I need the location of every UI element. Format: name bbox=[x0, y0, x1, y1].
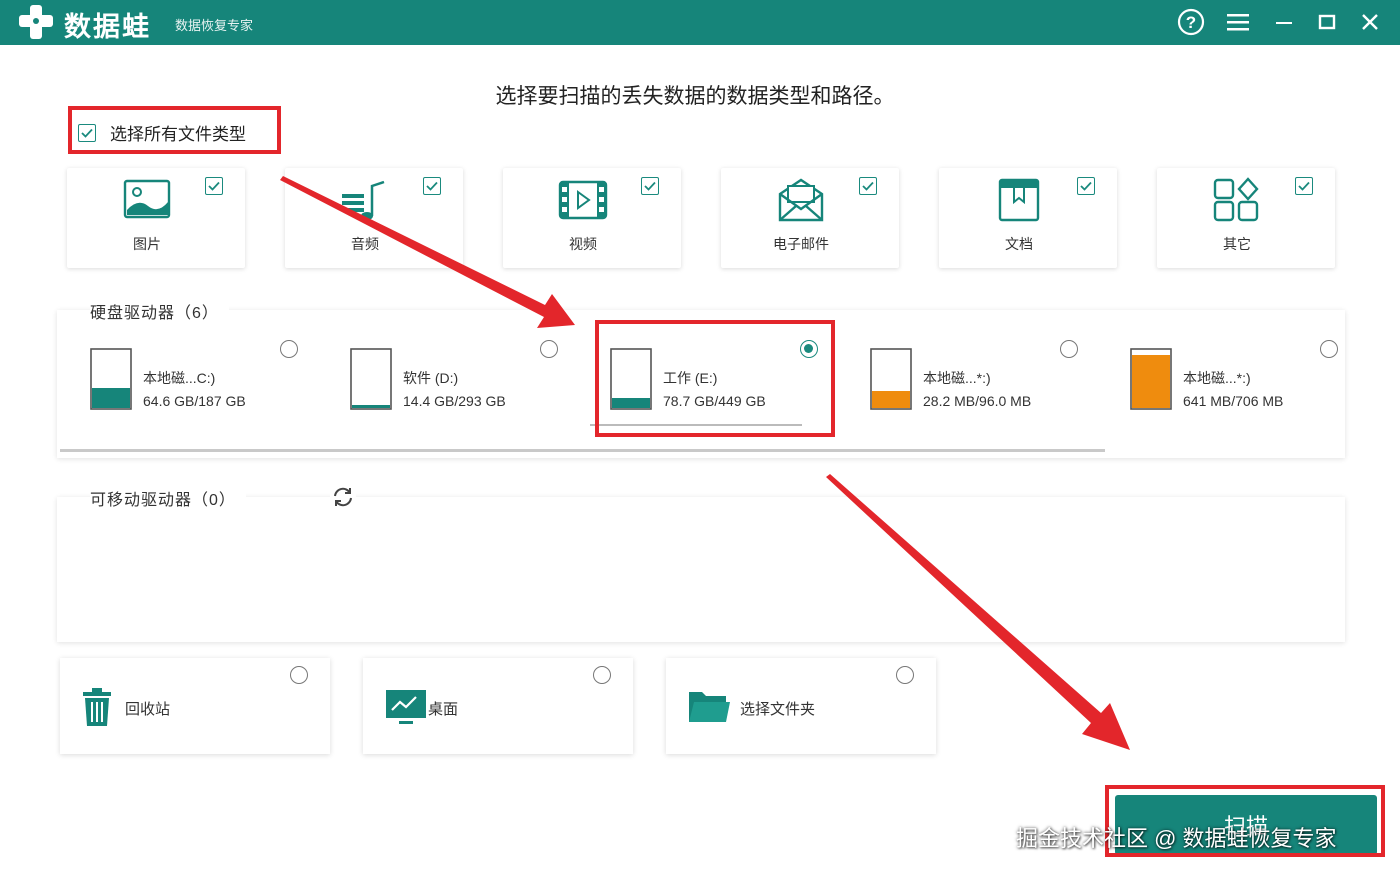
drive-item[interactable]: 软件 (D:) 14.4 GB/293 GB bbox=[320, 338, 560, 418]
file-type-label: 视频 bbox=[569, 236, 597, 252]
image-icon bbox=[122, 176, 174, 224]
recycle-bin-label: 回收站 bbox=[125, 701, 171, 718]
scan-button[interactable]: 扫描 bbox=[1115, 795, 1377, 855]
drive-name: 软件 (D:) bbox=[403, 370, 459, 386]
title-bar: 数据蛙 数据恢复专家 ? bbox=[0, 0, 1400, 45]
desktop-label: 桌面 bbox=[428, 701, 459, 718]
drive-icon bbox=[90, 348, 132, 410]
drive-size: 14.4 GB/293 GB bbox=[403, 393, 506, 409]
drive-item[interactable]: 工作 (E:) 78.7 GB/449 GB bbox=[580, 338, 820, 426]
select-all-label: 选择所有文件类型 bbox=[110, 125, 246, 144]
menu-icon[interactable] bbox=[1222, 6, 1254, 38]
drive-radio[interactable] bbox=[800, 340, 818, 358]
file-type-label: 其它 bbox=[1223, 236, 1251, 252]
instruction-text: 选择要扫描的丢失数据的数据类型和路径。 bbox=[495, 85, 895, 108]
drive-size: 78.7 GB/449 GB bbox=[663, 393, 766, 409]
file-type-label: 电子邮件 bbox=[773, 236, 829, 252]
image-type-checkbox[interactable] bbox=[205, 177, 223, 195]
drive-item[interactable]: 本地磁...*:) 641 MB/706 MB bbox=[1100, 338, 1340, 418]
select-folder-radio[interactable] bbox=[896, 666, 914, 684]
drive-name: 本地磁...*:) bbox=[923, 370, 991, 386]
other-icon bbox=[1212, 176, 1264, 224]
select-folder-card[interactable]: 选择文件夹 bbox=[666, 658, 936, 754]
file-type-email-card[interactable]: 电子邮件 bbox=[721, 168, 899, 268]
drive-radio[interactable] bbox=[280, 340, 298, 358]
help-icon[interactable]: ? bbox=[1175, 6, 1207, 38]
document-type-checkbox[interactable] bbox=[1077, 177, 1095, 195]
minimize-icon[interactable] bbox=[1268, 6, 1300, 38]
desktop-icon bbox=[385, 686, 429, 728]
drive-icon bbox=[350, 348, 392, 410]
removable-drive-panel bbox=[57, 497, 1345, 642]
drive-icon bbox=[1130, 348, 1172, 410]
audio-icon bbox=[340, 176, 392, 224]
recycle-bin-card[interactable]: 回收站 bbox=[60, 658, 330, 754]
app-logo-icon bbox=[16, 3, 56, 41]
video-type-checkbox[interactable] bbox=[641, 177, 659, 195]
drive-radio[interactable] bbox=[1060, 340, 1078, 358]
drive-name: 本地磁...C:) bbox=[143, 370, 216, 386]
file-type-label: 文档 bbox=[1005, 236, 1033, 252]
drive-size: 64.6 GB/187 GB bbox=[143, 393, 246, 409]
file-type-video-card[interactable]: 视频 bbox=[503, 168, 681, 268]
document-icon bbox=[994, 176, 1046, 224]
checkbox-checked-icon bbox=[78, 123, 96, 142]
file-type-other-card[interactable]: 其它 bbox=[1157, 168, 1335, 268]
folder-icon bbox=[688, 686, 732, 728]
drive-name: 本地磁...*:) bbox=[1183, 370, 1251, 386]
close-icon[interactable] bbox=[1354, 6, 1386, 38]
drive-icon bbox=[870, 348, 912, 410]
drive-size: 641 MB/706 MB bbox=[1183, 393, 1284, 409]
hard-drive-section-title: 硬盘驱动器（6） bbox=[90, 299, 229, 323]
removable-section-title: 可移动驱动器（0） bbox=[90, 486, 246, 510]
selected-drive-underline bbox=[590, 424, 802, 426]
file-type-image-card[interactable]: 图片 bbox=[67, 168, 245, 268]
other-type-checkbox[interactable] bbox=[1295, 177, 1313, 195]
horizontal-scrollbar[interactable] bbox=[60, 449, 1105, 452]
drive-radio[interactable] bbox=[1320, 340, 1338, 358]
recycle-bin-radio[interactable] bbox=[290, 666, 308, 684]
select-all-checkbox[interactable]: 选择所有文件类型 bbox=[78, 120, 246, 145]
desktop-radio[interactable] bbox=[593, 666, 611, 684]
email-icon bbox=[776, 176, 828, 224]
svg-text:?: ? bbox=[1186, 13, 1196, 32]
email-type-checkbox[interactable] bbox=[859, 177, 877, 195]
drive-name: 工作 (E:) bbox=[663, 370, 718, 386]
file-type-audio-card[interactable]: 音频 bbox=[285, 168, 463, 268]
desktop-card[interactable]: 桌面 bbox=[363, 658, 633, 754]
drive-size: 28.2 MB/96.0 MB bbox=[923, 393, 1032, 409]
app-subtitle: 数据恢复专家 bbox=[175, 18, 254, 33]
drive-item[interactable]: 本地磁...*:) 28.2 MB/96.0 MB bbox=[840, 338, 1080, 418]
file-type-document-card[interactable]: 文档 bbox=[939, 168, 1117, 268]
audio-type-checkbox[interactable] bbox=[423, 177, 441, 195]
drive-icon bbox=[610, 348, 652, 410]
drive-item[interactable]: 本地磁...C:) 64.6 GB/187 GB bbox=[60, 338, 300, 418]
maximize-icon[interactable] bbox=[1311, 6, 1343, 38]
file-type-label: 音频 bbox=[351, 236, 379, 252]
refresh-icon[interactable] bbox=[330, 484, 356, 510]
file-type-label: 图片 bbox=[133, 236, 161, 252]
video-icon bbox=[558, 176, 610, 224]
select-folder-label: 选择文件夹 bbox=[740, 701, 816, 718]
trash-icon bbox=[82, 686, 126, 728]
drive-radio[interactable] bbox=[540, 340, 558, 358]
app-name: 数据蛙 bbox=[64, 12, 151, 42]
